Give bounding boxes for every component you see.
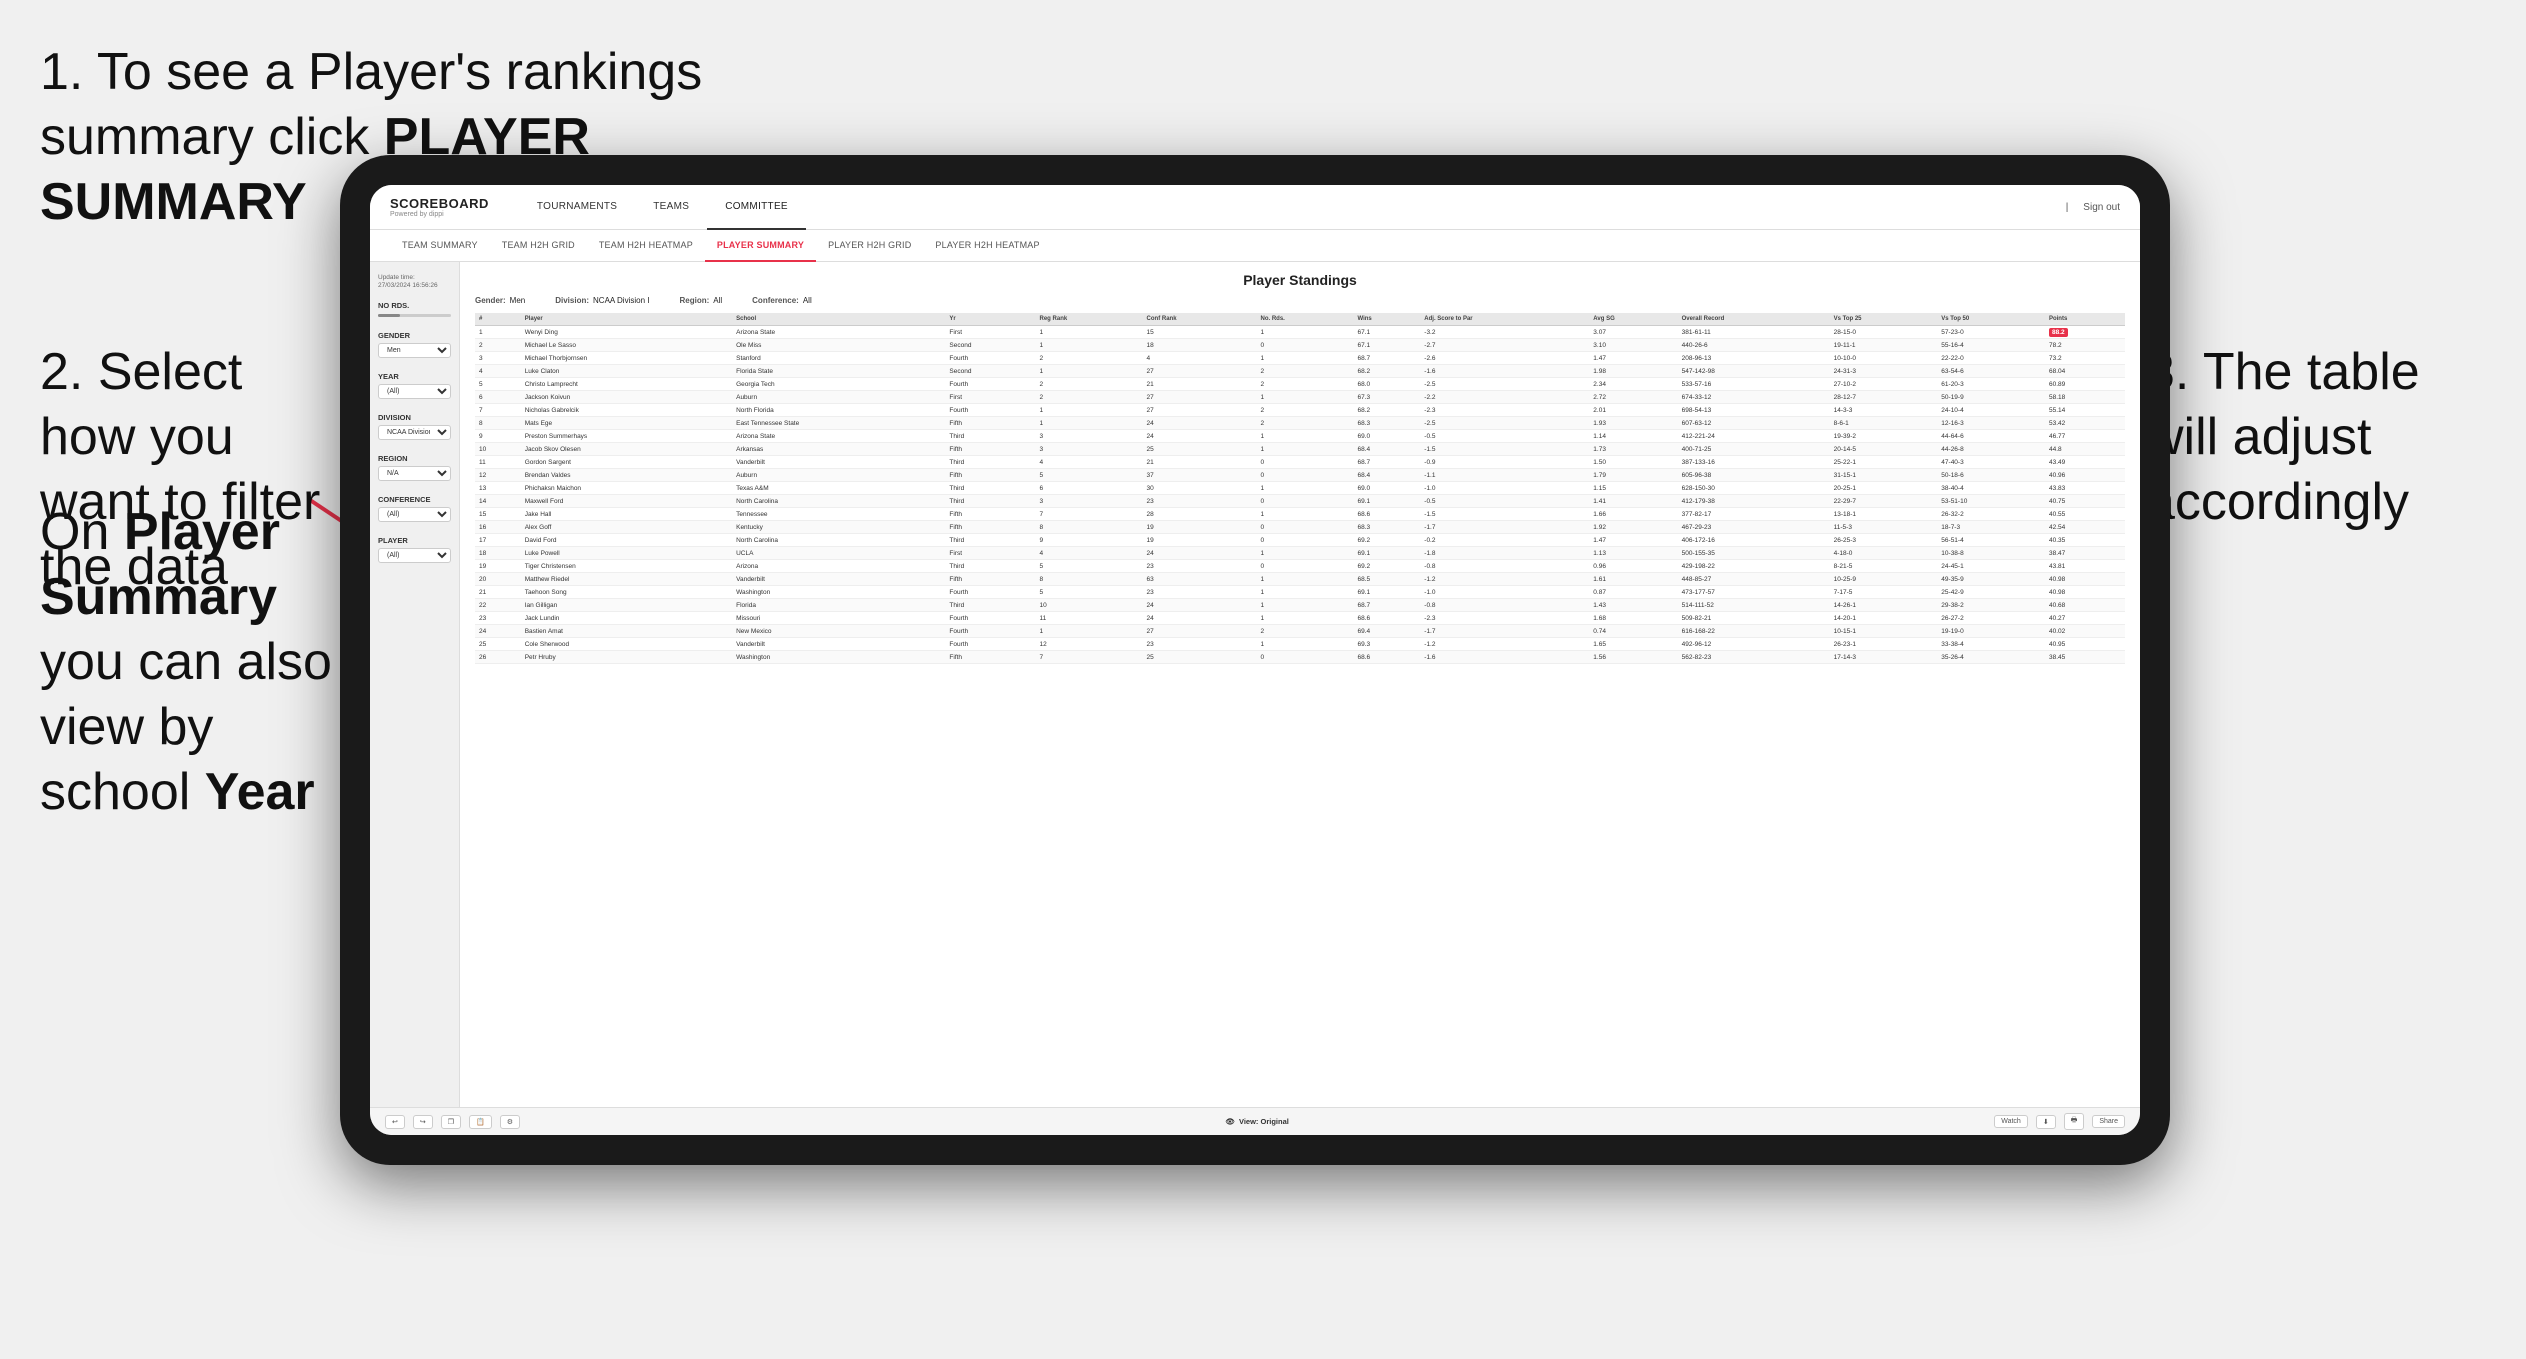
table-row: 24Bastien AmatNew MexicoFourth127269.4-1… [475, 625, 2125, 638]
filters-row: Gender: Men Division: NCAA Division I Re… [475, 296, 2125, 305]
col-points: Points [2045, 313, 2125, 326]
main-nav: TOURNAMENTS TEAMS COMMITTEE [519, 185, 2066, 230]
redo-button[interactable]: ↪ [413, 1115, 433, 1129]
undo-button[interactable]: ↩ [385, 1115, 405, 1129]
player-standings-table: # Player School Yr Reg Rank Conf Rank No… [475, 313, 2125, 664]
scoreboard-logo: SCOREBOARD Powered by dippi [390, 196, 489, 218]
copy-button[interactable]: ❐ [441, 1115, 461, 1129]
table-row: 18Luke PowellUCLAFirst424169.1-1.81.1350… [475, 547, 2125, 560]
instruction-bottom: On Player Summary you can also view by s… [0, 480, 380, 845]
col-vs50: Vs Top 50 [1937, 313, 2045, 326]
no-rds-slider[interactable] [378, 314, 451, 317]
conference-select[interactable]: (All) [378, 507, 451, 522]
table-row: 26Petr HrubyWashingtonFifth725068.6-1.61… [475, 651, 2125, 664]
sub-nav: TEAM SUMMARY TEAM H2H GRID TEAM H2H HEAT… [370, 230, 2140, 262]
sidebar-gender: Gender Men [378, 331, 451, 358]
table-row: 12Brendan ValdesAuburnFifth537068.4-1.11… [475, 469, 2125, 482]
table-row: 20Matthew RiedelVanderbiltFifth863168.5-… [475, 573, 2125, 586]
table-row: 4Luke ClatonFlorida StateSecond127268.2-… [475, 365, 2125, 378]
sidebar-player: Player (All) [378, 536, 451, 563]
download-button[interactable]: ⬇ [2036, 1115, 2056, 1129]
col-conf-rank: Conf Rank [1143, 313, 1257, 326]
table-row: 3Michael ThorbjornsenStanfordFourth24168… [475, 352, 2125, 365]
nav-teams[interactable]: TEAMS [635, 185, 707, 230]
tablet-body: SCOREBOARD Powered by dippi TOURNAMENTS … [340, 155, 2170, 1165]
sidebar-conference: Conference (All) [378, 495, 451, 522]
tablet-screen: SCOREBOARD Powered by dippi TOURNAMENTS … [370, 185, 2140, 1135]
table-row: 23Jack LundinMissouriFourth1124168.6-2.3… [475, 612, 2125, 625]
table-row: 7Nicholas GabrelcikNorth FloridaFourth12… [475, 404, 2125, 417]
gender-select[interactable]: Men [378, 343, 451, 358]
col-adj: Adj. Score to Par [1420, 313, 1589, 326]
table-row: 15Jake HallTennesseeFifth728168.6-1.51.6… [475, 508, 2125, 521]
table-row: 25Cole SherwoodVanderbiltFourth1223169.3… [475, 638, 2125, 651]
main-table-area: Player Standings Gender: Men Division: N… [460, 262, 2140, 1107]
table-title: Player Standings [475, 272, 2125, 288]
table-header-row: # Player School Yr Reg Rank Conf Rank No… [475, 313, 2125, 326]
watch-button[interactable]: Watch [1994, 1115, 2028, 1128]
print-button[interactable]: 🖶 [2064, 1113, 2085, 1130]
col-wins: Wins [1353, 313, 1420, 326]
nav-right: | Sign out [2066, 202, 2120, 213]
sidebar-division: Division NCAA Division I [378, 413, 451, 440]
table-row: 16Alex GoffKentuckyFifth819068.3-1.71.92… [475, 521, 2125, 534]
col-player: Player [521, 313, 732, 326]
col-yr: Yr [945, 313, 1035, 326]
table-row: 22Ian GilliganFloridaThird1024168.7-0.81… [475, 599, 2125, 612]
update-time: Update time: 27/03/2024 16:56:26 [378, 274, 451, 291]
app-header: SCOREBOARD Powered by dippi TOURNAMENTS … [370, 185, 2140, 230]
nav-tournaments[interactable]: TOURNAMENTS [519, 185, 635, 230]
sidebar-year: Year (All) [378, 372, 451, 399]
nav-committee[interactable]: COMMITTEE [707, 185, 806, 230]
table-row: 21Taehoon SongWashingtonFourth523169.1-1… [475, 586, 2125, 599]
view-label: 👁 View: Original [1225, 1117, 1288, 1126]
sub-nav-team-h2h-heatmap[interactable]: TEAM H2H HEATMAP [587, 230, 705, 262]
table-row: 13Phichaksn MaichonTexas A&MThird630169.… [475, 482, 2125, 495]
col-record: Overall Record [1678, 313, 1830, 326]
table-row: 5Christo LamprechtGeorgia TechFourth2212… [475, 378, 2125, 391]
table-row: 17David FordNorth CarolinaThird919069.2-… [475, 534, 2125, 547]
tablet: SCOREBOARD Powered by dippi TOURNAMENTS … [340, 155, 2170, 1165]
filter-gender: Gender: Men [475, 296, 525, 305]
filter-division: Division: NCAA Division I [555, 296, 649, 305]
sub-nav-player-summary[interactable]: PLAYER SUMMARY [705, 230, 816, 262]
table-row: 10Jacob Skov OlesenArkansasFifth325168.4… [475, 443, 2125, 456]
paste-button[interactable]: 📋 [469, 1115, 492, 1129]
table-row: 8Mats EgeEast Tennessee StateFifth124268… [475, 417, 2125, 430]
sub-nav-team-summary[interactable]: TEAM SUMMARY [390, 230, 490, 262]
table-row: 9Preston SummerhaysArizona StateThird324… [475, 430, 2125, 443]
bottom-toolbar: ↩ ↪ ❐ 📋 ⚙ 👁 View: Original Watch ⬇ 🖶 Sha… [370, 1107, 2140, 1135]
sidebar-no-rds: No Rds. [378, 301, 451, 317]
sidebar: Update time: 27/03/2024 16:56:26 No Rds.… [370, 262, 460, 1107]
filter-region: Region: All [679, 296, 722, 305]
share-button[interactable]: Share [2092, 1115, 2125, 1128]
table-row: 14Maxwell FordNorth CarolinaThird323069.… [475, 495, 2125, 508]
year-select[interactable]: (All) [378, 384, 451, 399]
settings-button[interactable]: ⚙ [500, 1115, 520, 1129]
sub-nav-player-h2h-grid[interactable]: PLAYER H2H GRID [816, 230, 923, 262]
col-no-rds: No. Rds. [1256, 313, 1353, 326]
player-select[interactable]: (All) [378, 548, 451, 563]
table-row: 6Jackson KoivunAuburnFirst227167.3-2.22.… [475, 391, 2125, 404]
table-row: 2Michael Le SassoOle MissSecond118067.1-… [475, 339, 2125, 352]
col-school: School [732, 313, 945, 326]
table-row: 11Gordon SargentVanderbiltThird421068.7-… [475, 456, 2125, 469]
division-select[interactable]: NCAA Division I [378, 425, 451, 440]
region-select[interactable]: N/A [378, 466, 451, 481]
content-area: Update time: 27/03/2024 16:56:26 No Rds.… [370, 262, 2140, 1107]
sidebar-region: Region N/A [378, 454, 451, 481]
sub-nav-team-h2h-grid[interactable]: TEAM H2H GRID [490, 230, 587, 262]
sub-nav-player-h2h-heatmap[interactable]: PLAYER H2H HEATMAP [923, 230, 1051, 262]
table-row: 1Wenyi DingArizona StateFirst115167.1-3.… [475, 326, 2125, 339]
col-rank: # [475, 313, 521, 326]
table-row: 19Tiger ChristensenArizonaThird523069.2-… [475, 560, 2125, 573]
col-reg-rank: Reg Rank [1036, 313, 1143, 326]
filter-conference: Conference: All [752, 296, 812, 305]
sign-out-link[interactable]: Sign out [2083, 202, 2120, 213]
col-vs25: Vs Top 25 [1830, 313, 1938, 326]
col-avg-sg: Avg SG [1589, 313, 1677, 326]
